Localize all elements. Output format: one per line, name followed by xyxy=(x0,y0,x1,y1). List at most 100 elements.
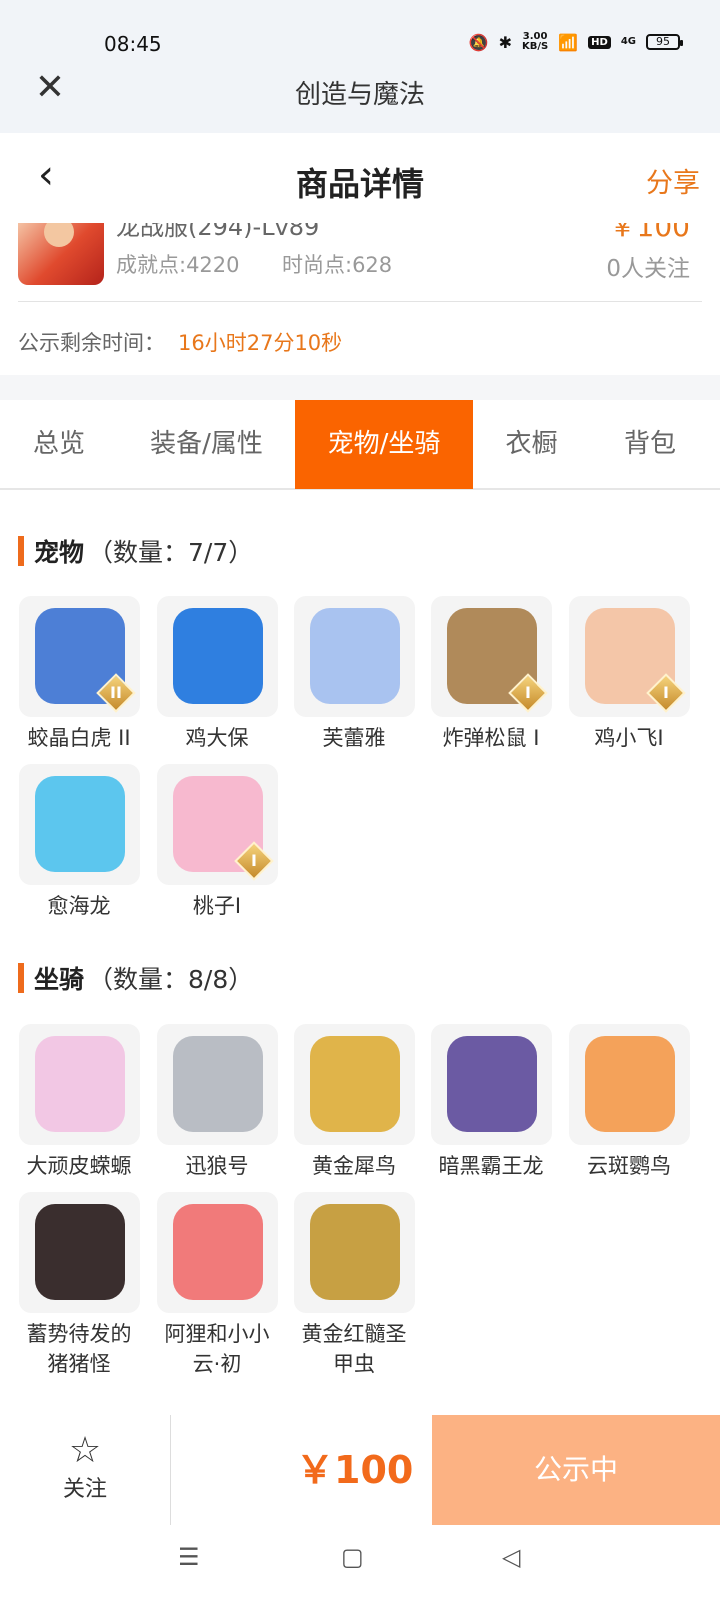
pet-image: II xyxy=(18,596,140,717)
home-icon[interactable]: ▢ xyxy=(341,1543,364,1571)
system-nav-bar: ☰ ▢ ◁ xyxy=(0,1525,720,1600)
pet-art xyxy=(309,608,400,704)
mount-name: 暗黑霸王龙 xyxy=(438,1154,544,1178)
tab-overview[interactable]: 总览 xyxy=(0,400,118,489)
pet-item[interactable]: I 炸弹松鼠 I xyxy=(429,596,553,753)
mount-image xyxy=(18,1192,140,1313)
pet-art xyxy=(172,608,263,704)
mount-item[interactable]: 暗黑霸王龙 xyxy=(429,1024,553,1181)
pet-image: I xyxy=(568,596,690,717)
pet-item[interactable]: I 鸡小飞I xyxy=(567,596,691,753)
mount-image xyxy=(293,1024,415,1145)
mount-art xyxy=(309,1036,400,1132)
pet-name: 愈海龙 xyxy=(47,894,111,918)
mount-image xyxy=(293,1192,415,1313)
remaining-time-label: 公示剩余时间： xyxy=(18,331,165,355)
pet-item[interactable]: 愈海龙 xyxy=(17,764,141,921)
divider xyxy=(18,301,702,302)
follow-button[interactable]: ☆ 关注 xyxy=(0,1415,170,1525)
pet-item[interactable]: 芙蕾雅 xyxy=(292,596,416,753)
status-icons: 🔕 ✱ 3.00 KB/S 📶 HD 4G 95 xyxy=(468,31,683,52)
server-level: 龙战服(294)-Lv89 xyxy=(116,223,320,241)
tab-backpack[interactable]: 背包 xyxy=(590,400,710,489)
pet-name: 蛟晶白虎 II xyxy=(27,726,131,750)
mount-image xyxy=(568,1024,690,1145)
follow-count: 0人关注 xyxy=(606,256,690,282)
mount-image xyxy=(156,1024,278,1145)
pets-section-title: 宠物 （数量：7/7） xyxy=(18,533,253,569)
mount-art xyxy=(309,1204,400,1300)
avatar xyxy=(18,223,104,285)
page-header: ‹ 商品详情 分享 xyxy=(0,133,720,223)
bottom-action-bar: ☆ 关注 ￥100 公示中 xyxy=(0,1415,720,1525)
mount-art xyxy=(446,1036,537,1132)
mount-image xyxy=(430,1024,552,1145)
mount-item[interactable]: 迅狼号 xyxy=(155,1024,279,1181)
menu-icon[interactable]: ☰ xyxy=(178,1543,200,1571)
mount-name: 云斑鹦鸟 xyxy=(587,1154,671,1178)
pet-image xyxy=(293,596,415,717)
mount-image xyxy=(18,1024,140,1145)
mount-name: 黄金红髓圣甲虫 xyxy=(301,1322,407,1376)
pet-item[interactable]: II 蛟晶白虎 II xyxy=(17,596,141,753)
mount-art xyxy=(34,1036,125,1132)
pet-name: 芙蕾雅 xyxy=(322,726,386,750)
mount-name: 大顽皮蝾螈 xyxy=(26,1154,132,1178)
mute-icon: 🔕 xyxy=(468,32,489,52)
title-accent xyxy=(18,963,24,993)
bluetooth-icon: ✱ xyxy=(498,32,512,52)
pet-name: 鸡大保 xyxy=(185,726,249,750)
mount-item[interactable]: 云斑鹦鸟 xyxy=(567,1024,691,1181)
pet-art xyxy=(34,776,125,872)
page-title: 商品详情 xyxy=(295,165,424,203)
share-button[interactable]: 分享 xyxy=(646,161,700,200)
divider xyxy=(170,1415,171,1525)
item-info: 龙战服(294)-Lv89 ￥100 成就点:4220 时尚点:628 0人关注… xyxy=(0,223,720,375)
pet-name: 炸弹松鼠 I xyxy=(442,726,540,750)
follow-label: 关注 xyxy=(62,1477,107,1502)
wifi-icon: 📶 xyxy=(558,32,579,52)
mount-name: 蓄势待发的猪猪怪 xyxy=(26,1322,132,1376)
tab-bar: 总览 装备/属性 宠物/坐骑 衣橱 背包 xyxy=(0,400,720,490)
signal-icon: 4G xyxy=(620,36,636,47)
tab-equipment[interactable]: 装备/属性 xyxy=(118,400,295,489)
mount-name: 黄金犀鸟 xyxy=(312,1154,396,1178)
remaining-time-value: 16小时27分10秒 xyxy=(178,331,343,355)
pet-name: 桃子I xyxy=(192,894,242,918)
top-area: 08:45 🔕 ✱ 3.00 KB/S 📶 HD 4G 95 ✕ 创造与魔法 xyxy=(0,0,720,133)
net-speed: 3.00 KB/S xyxy=(522,31,549,52)
pet-name: 鸡小飞I xyxy=(594,726,664,750)
mount-image xyxy=(156,1192,278,1313)
mount-item[interactable]: 大顽皮蝾螈 xyxy=(17,1024,141,1181)
status-button[interactable]: 公示中 xyxy=(432,1415,720,1525)
bottom-price: ￥100 xyxy=(296,1448,414,1492)
battery-icon: 95 xyxy=(646,34,683,50)
pet-image: I xyxy=(156,764,278,885)
mount-item[interactable]: 蓄势待发的猪猪怪 xyxy=(17,1192,141,1379)
pet-image: I xyxy=(430,596,552,717)
mount-name: 迅狼号 xyxy=(185,1154,249,1178)
pet-image xyxy=(18,764,140,885)
mount-art xyxy=(172,1036,263,1132)
mount-item[interactable]: 黄金犀鸟 xyxy=(292,1024,416,1181)
achievement-points: 成就点:4220 xyxy=(116,253,240,277)
pet-image xyxy=(156,596,278,717)
mount-art xyxy=(584,1036,675,1132)
app-title: 创造与魔法 xyxy=(294,80,425,110)
price-top: ￥100 xyxy=(608,223,690,243)
hd-badge: HD xyxy=(588,35,611,49)
mount-art xyxy=(34,1204,125,1300)
section-gap xyxy=(0,375,720,400)
mount-item[interactable]: 黄金红髓圣甲虫 xyxy=(292,1192,416,1379)
back-nav-icon[interactable]: ◁ xyxy=(502,1543,520,1571)
tab-wardrobe[interactable]: 衣橱 xyxy=(473,400,590,489)
pet-item[interactable]: I 桃子I xyxy=(155,764,279,921)
pet-item[interactable]: 鸡大保 xyxy=(155,596,279,753)
tab-pets-mounts[interactable]: 宠物/坐骑 xyxy=(295,400,473,489)
mount-art xyxy=(172,1204,263,1300)
mount-item[interactable]: 阿狸和小小云·初 xyxy=(155,1192,279,1379)
mount-name: 阿狸和小小云·初 xyxy=(164,1322,270,1376)
mounts-section-title: 坐骑 （数量：8/8） xyxy=(18,960,253,996)
fashion-points: 时尚点:628 xyxy=(282,253,393,277)
status-time: 08:45 xyxy=(104,32,162,56)
